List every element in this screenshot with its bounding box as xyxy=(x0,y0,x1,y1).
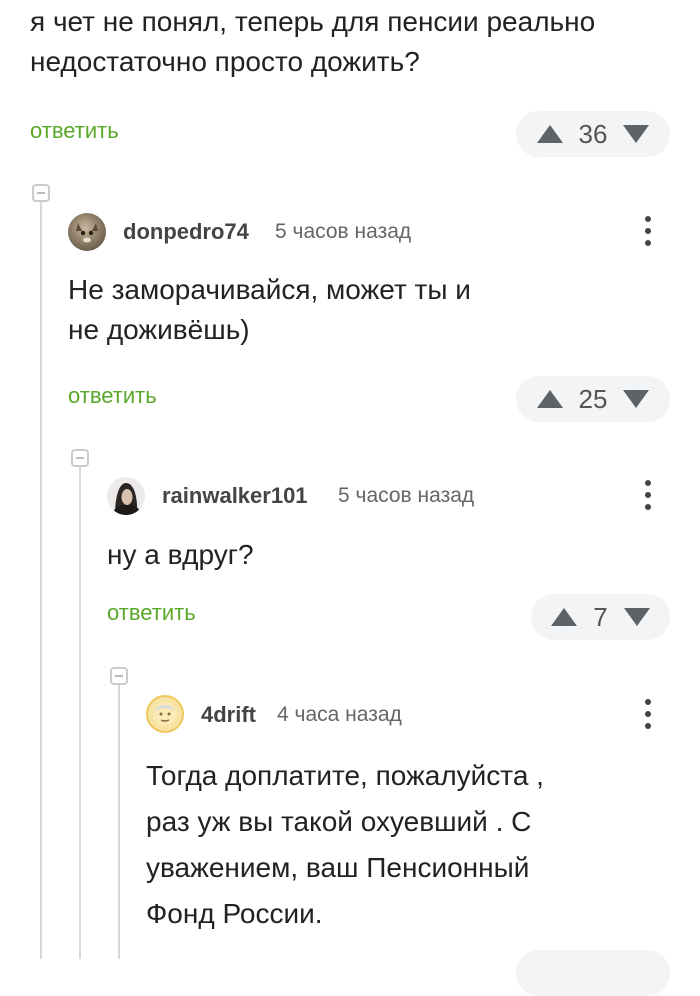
downvote-icon[interactable] xyxy=(623,390,650,408)
vote-box: 25 xyxy=(516,376,670,422)
timestamp: 5 часов назад xyxy=(275,220,412,243)
vote-box: 36 xyxy=(516,111,670,157)
collapse-thread-button[interactable] xyxy=(71,449,89,467)
timestamp: 5 часов назад xyxy=(338,484,475,507)
thread-line xyxy=(118,684,120,959)
vote-count: 25 xyxy=(578,383,608,414)
username[interactable]: 4drift xyxy=(201,702,256,728)
upvote-icon[interactable] xyxy=(536,390,563,408)
collapse-thread-button[interactable] xyxy=(110,667,128,685)
upvote-icon[interactable] xyxy=(536,125,563,143)
vote-count: 7 xyxy=(593,601,608,632)
cat-avatar-icon xyxy=(76,223,98,243)
username[interactable]: donpedro74 xyxy=(123,219,249,245)
timestamp: 4 часа назад xyxy=(277,703,402,726)
more-options-icon[interactable] xyxy=(642,480,654,514)
vote-box xyxy=(516,950,670,996)
thread-line xyxy=(40,200,42,959)
downvote-icon[interactable] xyxy=(623,608,650,626)
username[interactable]: rainwalker101 xyxy=(162,483,308,509)
reply-button[interactable]: ответить xyxy=(30,118,119,144)
comment-text: я чет не понял, теперь для пенсии реальн… xyxy=(30,6,596,77)
reply-button[interactable]: ответить xyxy=(107,600,196,626)
upvote-icon[interactable] xyxy=(551,608,578,626)
more-options-icon[interactable] xyxy=(642,699,654,733)
vote-box: 7 xyxy=(531,594,670,640)
thread-line xyxy=(79,465,81,959)
comment-text: Не заморачивайся, может ты и не доживёшь… xyxy=(68,274,471,345)
person-avatar-icon xyxy=(112,483,141,515)
downvote-icon[interactable] xyxy=(623,125,650,143)
face-avatar-icon xyxy=(153,702,177,726)
avatar[interactable] xyxy=(107,477,145,515)
reply-button[interactable]: ответить xyxy=(68,383,157,409)
comment-text: Тогда доплатите, пожалуйста , раз уж вы … xyxy=(146,760,544,929)
more-options-icon[interactable] xyxy=(642,216,654,250)
vote-count: 36 xyxy=(578,118,608,149)
avatar[interactable] xyxy=(68,213,106,251)
avatar[interactable] xyxy=(146,695,184,733)
comment-text: ну а вдруг? xyxy=(107,539,254,570)
collapse-thread-button[interactable] xyxy=(32,184,50,202)
